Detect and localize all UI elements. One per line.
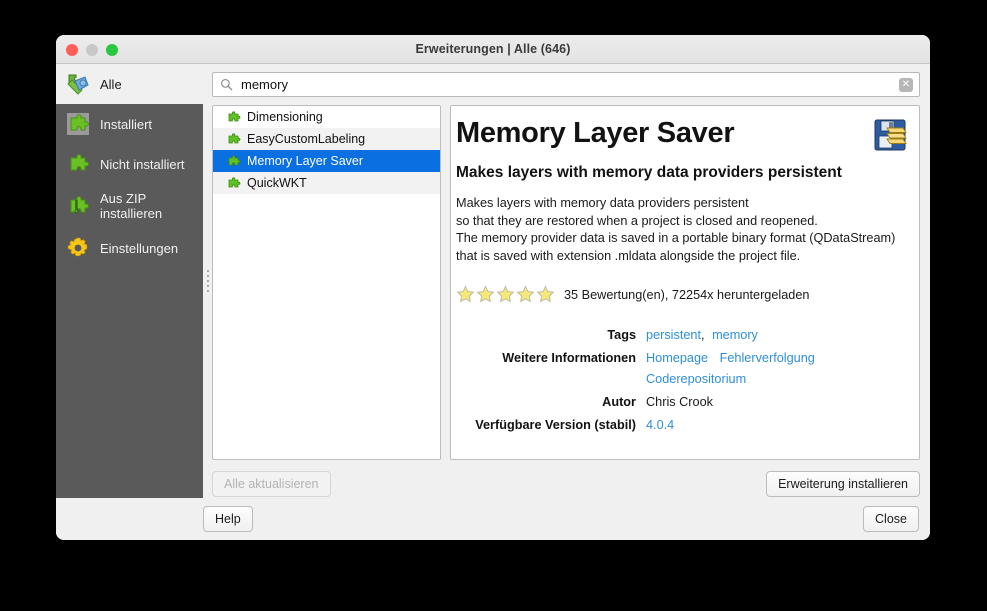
star-icon xyxy=(536,285,555,303)
puzzle-not-installed-icon xyxy=(65,151,91,177)
puzzle-icon xyxy=(228,111,241,122)
tag-separator: , xyxy=(701,328,705,342)
list-item[interactable]: EasyCustomLabeling xyxy=(213,128,440,150)
list-item-label: Memory Layer Saver xyxy=(247,154,364,168)
puzzle-installed-icon xyxy=(65,111,91,137)
zoom-button[interactable] xyxy=(106,43,118,56)
puzzle-all-icon xyxy=(65,71,91,97)
sidebar-item-aus-zip-installieren[interactable]: Aus ZIP installieren xyxy=(56,184,203,228)
close-dialog-button[interactable]: Close xyxy=(863,506,919,532)
star-icon xyxy=(456,285,475,303)
plugin-subtitle: Makes layers with memory data providers … xyxy=(456,164,842,181)
sidebar-item-label: Installiert xyxy=(100,116,153,132)
titlebar: Erweiterungen | Alle (646) xyxy=(56,35,930,64)
homepage-link[interactable]: Homepage xyxy=(646,351,708,365)
minimize-button[interactable] xyxy=(86,43,98,56)
metadata-row-version: Verfügbare Version (stabil) 4.0.4 xyxy=(456,414,815,437)
sidebar-item-label: Einstellungen xyxy=(100,240,179,256)
footer: Help Close xyxy=(56,498,930,540)
rating-text: 35 Bewertung(en), 72254x heruntergeladen xyxy=(564,287,810,302)
star-rating xyxy=(456,285,555,304)
list-item[interactable]: Dimensioning xyxy=(213,106,440,128)
star-icon xyxy=(476,285,495,303)
sidebar-item-nicht-installiert[interactable]: Nicht installiert xyxy=(56,144,203,184)
list-item-label: EasyCustomLabeling xyxy=(247,132,366,146)
extensions-window: Erweiterungen | Alle (646) Alle Installi… xyxy=(56,35,930,540)
puzzle-icon xyxy=(228,155,241,166)
puzzle-icon xyxy=(228,177,241,188)
plugin-detail-pane: Memory Layer Saver Makes layers with mem… xyxy=(450,105,920,460)
tag-link[interactable]: persistent xyxy=(646,328,701,342)
window-title: Erweiterungen | Alle (646) xyxy=(415,42,571,56)
more-info-label: Weitere Informationen xyxy=(502,351,636,365)
close-button[interactable] xyxy=(66,43,78,56)
star-icon xyxy=(516,285,535,303)
star-icon xyxy=(496,285,515,303)
bug-tracker-link[interactable]: Fehlerverfolgung xyxy=(720,351,815,365)
puzzle-zip-icon xyxy=(65,193,91,219)
code-repository-link[interactable]: Coderepositorium xyxy=(646,372,746,386)
page-title: Memory Layer Saver xyxy=(456,117,735,149)
puzzle-icon xyxy=(228,133,241,144)
gear-icon xyxy=(65,235,91,261)
metadata-table: Tags persistent, memory Weitere Informat… xyxy=(456,324,815,437)
sidebar-item-einstellungen[interactable]: Einstellungen xyxy=(56,228,203,268)
splitter-dots xyxy=(206,270,209,292)
list-item-label: QuickWKT xyxy=(247,176,307,190)
search-input[interactable] xyxy=(233,76,899,93)
plugin-description: Makes layers with memory data providers … xyxy=(456,196,896,263)
metadata-row-more-info: Weitere Informationen Homepage Fehlerver… xyxy=(456,347,815,391)
tag-link[interactable]: memory xyxy=(712,328,758,342)
install-plugin-button[interactable]: Erweiterung installieren xyxy=(766,471,920,497)
content-area: Dimensioning EasyCustomLabeling Memory L… xyxy=(212,105,920,498)
detail-header: Memory Layer Saver xyxy=(456,116,907,152)
search-field[interactable]: ✕ xyxy=(212,72,920,97)
sidebar-item-alle[interactable]: Alle xyxy=(56,64,203,104)
list-item[interactable]: QuickWKT xyxy=(213,172,440,194)
plugin-list[interactable]: Dimensioning EasyCustomLabeling Memory L… xyxy=(212,105,441,460)
list-item-selected[interactable]: Memory Layer Saver xyxy=(213,150,440,172)
clear-search-icon[interactable]: ✕ xyxy=(899,77,913,92)
plugin-list-column: Dimensioning EasyCustomLabeling Memory L… xyxy=(212,105,441,498)
rating-row: 35 Bewertung(en), 72254x heruntergeladen xyxy=(456,285,907,304)
sidebar-item-installiert[interactable]: Installiert xyxy=(56,104,203,144)
version-value[interactable]: 4.0.4 xyxy=(646,414,815,437)
tags-label: Tags xyxy=(607,328,636,342)
detail-column: Memory Layer Saver Makes layers with mem… xyxy=(441,105,920,498)
window-body: Alle Installiert Nicht installiert Aus Z… xyxy=(56,64,930,498)
metadata-row-author: Autor Chris Crook xyxy=(456,391,815,414)
author-label: Autor xyxy=(602,395,636,409)
sidebar-item-label: Aus ZIP installieren xyxy=(100,191,163,221)
search-icon xyxy=(221,79,233,91)
metadata-row-tags: Tags persistent, memory xyxy=(456,324,815,347)
list-action-row: Alle aktualisieren xyxy=(212,460,441,498)
upgrade-all-button[interactable]: Alle aktualisieren xyxy=(212,471,331,497)
author-value: Chris Crook xyxy=(646,395,713,409)
tags-value: persistent, memory xyxy=(646,324,815,347)
window-controls xyxy=(66,35,118,64)
list-item-label: Dimensioning xyxy=(247,110,323,124)
more-info-value: Homepage Fehlerverfolgung Coderepositori… xyxy=(646,347,815,391)
sidebar-item-label: Alle xyxy=(100,76,122,92)
floppy-layers-icon xyxy=(873,118,907,152)
main-panel: ✕ Dimensioning xyxy=(212,64,930,498)
version-label: Verfügbare Version (stabil) xyxy=(475,418,636,432)
help-button[interactable]: Help xyxy=(203,506,253,532)
sidebar: Alle Installiert Nicht installiert Aus Z… xyxy=(56,64,203,498)
splitter-handle[interactable] xyxy=(203,64,212,498)
detail-action-row: Erweiterung installieren xyxy=(450,460,920,498)
sidebar-item-label: Nicht installiert xyxy=(100,156,185,172)
